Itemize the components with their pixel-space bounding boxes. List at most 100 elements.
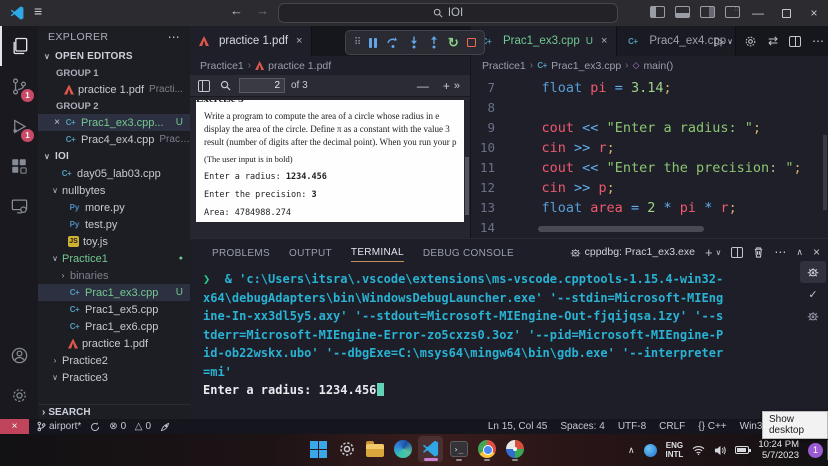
settings-app-icon[interactable] [334, 436, 359, 462]
step-into-icon[interactable] [408, 36, 420, 49]
account-icon[interactable] [0, 335, 38, 375]
tree-item[interactable]: ›binaries [38, 267, 190, 284]
customize-layout-icon[interactable]: ∷ [725, 6, 740, 18]
more-actions-icon[interactable]: ⋯ [812, 34, 824, 48]
launch-status-icon[interactable] [160, 422, 170, 432]
split-terminal-icon[interactable] [731, 247, 743, 258]
horizontal-scrollbar[interactable] [538, 226, 704, 232]
git-branch-item[interactable]: airport* [37, 421, 81, 432]
open-editor-item[interactable]: ×C+Prac1_ex3.cpp...U [38, 114, 190, 131]
tray-app-icon[interactable] [644, 444, 657, 457]
zoom-out-button[interactable]: — [417, 79, 429, 93]
run-button[interactable]: ▷ [715, 34, 724, 48]
page-number-input[interactable]: 2 [239, 78, 285, 93]
zoom-in-button[interactable]: + [443, 79, 450, 93]
tree-item[interactable]: C+Prac1_ex3.cppU [38, 284, 190, 301]
notification-badge[interactable]: 1 [808, 443, 823, 458]
indentation-item[interactable]: Spaces: 4 [560, 421, 604, 432]
encoding-item[interactable]: UTF-8 [618, 421, 646, 432]
toggle-sidebar-icon[interactable] [650, 6, 665, 18]
forward-arrow-button[interactable]: → [256, 3, 269, 18]
language-indicator[interactable]: ENGINTL [666, 441, 684, 459]
errors-item[interactable]: ⊗ 0 △ 0 [109, 421, 151, 432]
open-editors-header[interactable]: ∨ OPEN EDITORS [38, 48, 190, 65]
terminal-dropdown-icon[interactable]: ∨ [716, 248, 722, 257]
tab-terminal[interactable]: TERMINAL [351, 242, 404, 262]
code-breadcrumb[interactable]: Practice1› C+ Prac1_ex3.cpp› ◇ main() [482, 56, 822, 75]
file-explorer-icon[interactable] [362, 436, 387, 462]
toggle-panel-icon[interactable] [675, 6, 690, 18]
project-folder-header[interactable]: ∨ IOI [38, 148, 190, 165]
tree-item[interactable]: C+day05_lab03.cpp [38, 165, 190, 182]
panel-more-actions-icon[interactable]: ⋯ [774, 245, 786, 259]
maximize-panel-icon[interactable]: ∧ [796, 247, 803, 258]
chrome-browser-icon[interactable] [474, 436, 499, 462]
tree-item[interactable]: C+Prac1_ex5.cpp [38, 301, 190, 318]
tab-output[interactable]: OUTPUT [289, 243, 332, 262]
run-dropdown-icon[interactable]: ∨ [727, 37, 733, 46]
step-over-icon[interactable] [386, 36, 400, 49]
minimize-button[interactable]: — [744, 0, 772, 26]
pdf-search-icon[interactable] [220, 80, 231, 91]
open-editor-item[interactable]: C+Prac4_ex4.cppPract... [38, 131, 190, 148]
stop-icon[interactable] [467, 38, 476, 47]
terminal-app-icon[interactable]: ›_ [446, 436, 471, 462]
tree-item[interactable]: ∨Practice3 [38, 369, 190, 386]
explorer-icon[interactable] [0, 26, 38, 66]
run-debug-icon[interactable]: 1 [0, 106, 38, 146]
restart-icon[interactable]: ↻ [448, 36, 459, 49]
close-button[interactable]: × [800, 0, 828, 26]
close-panel-icon[interactable]: × [813, 245, 820, 259]
source-control-icon[interactable]: 1 [0, 66, 38, 106]
drag-handle-icon[interactable]: ⠿ [354, 37, 361, 48]
eol-item[interactable]: CRLF [659, 421, 685, 432]
gear-icon[interactable] [744, 35, 757, 48]
edge-browser-icon[interactable] [390, 436, 415, 462]
remote-indicator[interactable]: × [0, 419, 29, 434]
pinwheel-app-icon[interactable] [502, 436, 527, 462]
pause-icon[interactable] [369, 38, 377, 48]
close-tab-icon[interactable]: × [601, 35, 607, 47]
wifi-icon[interactable] [692, 445, 705, 455]
terminal-item-debug2[interactable] [800, 305, 826, 327]
terminal-output[interactable]: ❯ & 'c:\Users\itsra\.vscode\extensions\m… [203, 270, 795, 418]
vertical-scrollbar[interactable] [823, 135, 827, 210]
tab-practice-pdf[interactable]: practice 1.pdf × [190, 26, 312, 56]
close-icon[interactable]: × [50, 117, 64, 128]
tree-item[interactable]: C+Prac1_ex6.cpp [38, 318, 190, 335]
menu-icon[interactable]: ≡ [34, 3, 42, 19]
pdf-more-tools-icon[interactable]: » [454, 80, 470, 92]
tree-item[interactable]: practice 1.pdf [38, 335, 190, 352]
tab-problems[interactable]: PROBLEMS [212, 243, 270, 262]
sidebar-more-actions-icon[interactable]: ⋯ [168, 30, 180, 44]
tab-prac1-ex3[interactable]: C+ Prac1_ex3.cpp U × [471, 26, 617, 56]
terminal-session-label[interactable]: cppdbg: Prac1_ex3.exe [570, 246, 695, 258]
command-search-box[interactable]: IOI [278, 3, 618, 23]
battery-icon[interactable] [735, 446, 749, 454]
search-section-header[interactable]: › SEARCH [38, 404, 190, 419]
volume-icon[interactable] [714, 445, 726, 456]
compare-changes-icon[interactable]: ⇄ [768, 34, 778, 48]
remote-explorer-icon[interactable] [0, 186, 38, 226]
kill-terminal-icon[interactable] [753, 246, 764, 258]
close-tab-icon[interactable]: × [296, 35, 302, 47]
pdf-breadcrumb[interactable]: Practice1› practice 1.pdf [200, 56, 462, 75]
code-editor[interactable]: 7 float pi = 3.14;89 cout << "Enter a ra… [471, 75, 828, 238]
pdf-sidebar-toggle-icon[interactable] [198, 80, 210, 92]
tray-overflow-chevron-icon[interactable]: ∧ [628, 445, 635, 456]
start-button[interactable] [306, 436, 331, 462]
cursor-position-item[interactable]: Ln 15, Col 45 [488, 421, 548, 432]
settings-gear-icon[interactable] [0, 375, 38, 415]
tree-item[interactable]: ∨Practice1● [38, 250, 190, 267]
new-terminal-icon[interactable]: + [705, 245, 713, 260]
terminal-item-debug[interactable] [800, 261, 826, 283]
extensions-icon[interactable] [0, 146, 38, 186]
tree-item[interactable]: Pymore.py [38, 199, 190, 216]
sync-icon[interactable] [90, 422, 100, 432]
tree-item[interactable]: ›Practice2 [38, 352, 190, 369]
restore-button[interactable] [772, 0, 800, 26]
vscode-taskbar-icon[interactable] [418, 436, 443, 462]
open-editor-item[interactable]: practice 1.pdfPracti... [38, 81, 190, 98]
terminal-item-check[interactable]: ✓ [800, 283, 826, 305]
split-editor-icon[interactable] [789, 36, 801, 47]
